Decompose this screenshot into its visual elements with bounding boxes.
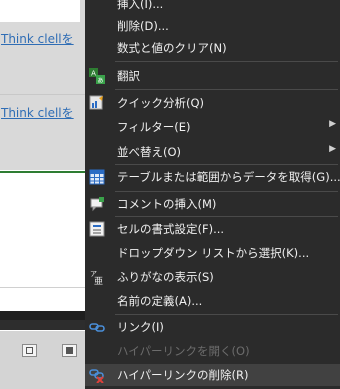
- comment-icon: [89, 196, 105, 212]
- phonetic-icon: ア 亜: [89, 269, 105, 287]
- menu-item-format-cells[interactable]: セルの書式設定(F)...: [85, 218, 340, 240]
- svg-text:亜: 亜: [94, 276, 103, 285]
- menu-item-get-data-from-table[interactable]: テーブルまたは範囲からデータを取得(G)...: [85, 166, 340, 188]
- menu-separator: [115, 191, 338, 192]
- menu-item-open-hyperlink[interactable]: ハイパーリンクを開く(O): [85, 340, 340, 362]
- cell-area[interactable]: [0, 173, 85, 311]
- menu-item-link[interactable]: リンク(I): [85, 316, 340, 338]
- menu-item-label: クイック分析(Q): [117, 96, 205, 110]
- menu-item-remove-hyperlink[interactable]: ハイパーリンクの削除(R): [85, 364, 340, 386]
- menu-item-delete[interactable]: 削除(D)...: [85, 15, 340, 37]
- menu-item-insert-comment[interactable]: コメントの挿入(M): [85, 193, 340, 215]
- menu-item-clear-contents[interactable]: 数式と値のクリア(N): [85, 37, 340, 59]
- menu-item-label: テーブルまたは範囲からデータを取得(G)...: [117, 170, 340, 184]
- status-bar: [0, 331, 85, 389]
- table-icon: [89, 169, 105, 185]
- menu-item-translate[interactable]: A あ 翻訳: [85, 65, 340, 87]
- menu-item-quick-analysis[interactable]: クイック分析(Q): [85, 92, 340, 114]
- row-divider: [0, 94, 85, 95]
- page-break-icon: [66, 347, 73, 354]
- menu-item-define-name[interactable]: 名前の定義(A)...: [85, 290, 340, 312]
- link-icon: [89, 319, 105, 335]
- scrollbar-track[interactable]: [0, 311, 85, 320]
- menu-separator: [115, 164, 338, 165]
- menu-item-label: 翻訳: [117, 69, 140, 83]
- menu-separator: [115, 61, 338, 62]
- page-layout-view-button[interactable]: [22, 344, 37, 357]
- sheet-tab-bar[interactable]: [0, 320, 85, 330]
- svg-text:あ: あ: [97, 78, 103, 85]
- menu-item-label: ドロップダウン リストから選択(K)...: [117, 246, 310, 260]
- menu-item-label: ハイパーリンクの削除(R): [117, 368, 249, 382]
- svg-text:A: A: [91, 70, 96, 78]
- menu-item-label: 削除(D)...: [117, 19, 169, 33]
- hyperlink-cell-2[interactable]: Think clellを: [1, 104, 74, 121]
- page-break-view-button[interactable]: [62, 344, 77, 357]
- submenu-arrow-icon: ▶: [329, 144, 336, 154]
- cell-range-selected[interactable]: [0, 0, 85, 170]
- menu-item-insert[interactable]: 挿入(I)...: [85, 0, 340, 15]
- menu-item-label: フィルター(E): [117, 120, 191, 134]
- menu-separator: [115, 314, 338, 315]
- menu-item-pick-from-dropdown[interactable]: ドロップダウン リストから選択(K)...: [85, 242, 340, 264]
- remove-hyperlink-icon: [89, 367, 105, 384]
- page-layout-icon: [26, 347, 33, 354]
- format-cells-icon: [89, 221, 105, 237]
- menu-item-label: コメントの挿入(M): [117, 197, 217, 211]
- menu-item-label: 数式と値のクリア(N): [117, 41, 227, 55]
- spreadsheet-area: Think clellを Think clellを: [0, 0, 85, 389]
- menu-separator: [115, 216, 338, 217]
- context-menu: 挿入(I)... 削除(D)... 数式と値のクリア(N) A あ 翻訳 クイッ…: [85, 0, 340, 389]
- menu-item-filter[interactable]: フィルター(E) ▶: [85, 116, 340, 138]
- translate-icon: A あ: [89, 68, 105, 85]
- menu-item-label: 挿入(I)...: [117, 0, 164, 11]
- menu-item-label: 並べ替え(O): [117, 145, 182, 159]
- menu-item-show-phonetic[interactable]: ア 亜 ふりがなの表示(S): [85, 266, 340, 288]
- quick-analysis-icon: [89, 95, 105, 111]
- cell[interactable]: [0, 0, 80, 22]
- submenu-arrow-icon: ▶: [329, 119, 336, 129]
- menu-separator: [115, 89, 338, 90]
- hyperlink-cell-1[interactable]: Think clellを: [1, 30, 74, 47]
- gridline: [0, 287, 85, 288]
- menu-item-label: リンク(I): [117, 320, 164, 334]
- menu-item-label: ハイパーリンクを開く(O): [117, 344, 250, 358]
- menu-item-label: セルの書式設定(F)...: [117, 222, 225, 236]
- menu-item-sort[interactable]: 並べ替え(O) ▶: [85, 141, 340, 163]
- menu-item-label: 名前の定義(A)...: [117, 294, 203, 308]
- menu-item-label: ふりがなの表示(S): [117, 270, 214, 284]
